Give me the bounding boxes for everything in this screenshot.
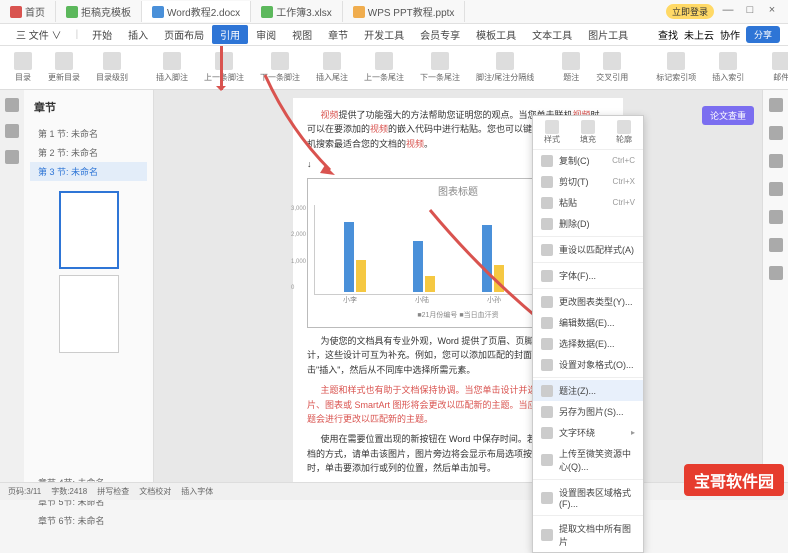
ctx-delete[interactable]: 删除(D)	[533, 213, 643, 234]
menu-member[interactable]: 会员专享	[412, 25, 468, 44]
watermark: 宝哥软件园	[684, 464, 784, 496]
status-page: 页码:3/11	[8, 486, 41, 497]
nav-item-6[interactable]: 章节 6节: 未命名	[30, 511, 147, 530]
left-rail	[0, 90, 24, 500]
minimize-button[interactable]: —	[720, 4, 736, 20]
menu-chapter[interactable]: 章节	[320, 25, 356, 44]
tool-toc-level[interactable]: 目录级别	[90, 50, 134, 85]
ctx-text-wrap[interactable]: 文字环绕▸	[533, 422, 643, 443]
menu-file[interactable]: 三 文件 ∨	[8, 25, 70, 44]
tool-toc[interactable]: 目录	[8, 50, 38, 85]
status-words: 字数:2418	[51, 486, 87, 497]
thumbnail-2[interactable]	[59, 275, 119, 353]
rail-settings-icon[interactable]	[769, 266, 783, 280]
menu-cloud[interactable]: 未上云	[684, 27, 714, 42]
ctx-save-as-image[interactable]: 另存为图片(S)...	[533, 401, 643, 422]
ribbon-toolbar: 目录 更新目录 目录级别 插入脚注 上一条脚注 下一条脚注 插入尾注 上一条尾注…	[0, 46, 788, 90]
tab-ppt[interactable]: WPS PPT教程.pptx	[343, 1, 466, 22]
tool-update-toc[interactable]: 更新目录	[42, 50, 86, 85]
tool-separator[interactable]: 脚注/尾注分隔线	[470, 50, 540, 85]
ctx-upload[interactable]: 上传至微笑资源中心(Q)...	[533, 443, 643, 477]
menu-view[interactable]: 视图	[284, 25, 320, 44]
status-bar: 页码:3/11 字数:2418 拼写检查 文档校对 插入字体 ▭ —◯—	[0, 482, 788, 500]
menu-text-tools[interactable]: 文本工具	[524, 25, 580, 44]
ctx-extract-images[interactable]: 提取文档中所有图片	[533, 518, 643, 552]
menu-dev[interactable]: 开发工具	[356, 25, 412, 44]
menu-layout[interactable]: 页面布局	[156, 25, 212, 44]
ctx-set-chart-area[interactable]: 设置图表区域格式(F)...	[533, 482, 643, 513]
status-insert: 插入字体	[181, 486, 213, 497]
ctx-font[interactable]: 字体(F)...	[533, 265, 643, 286]
rail-search-icon[interactable]	[5, 150, 19, 164]
tool-next-end[interactable]: 下一条尾注	[414, 50, 466, 85]
ctx-set-format[interactable]: 设置对象格式(O)...	[533, 354, 643, 375]
menu-coop[interactable]: 协作	[720, 27, 740, 42]
menu-search[interactable]: 查找	[658, 27, 678, 42]
rail-select-icon[interactable]	[769, 154, 783, 168]
ctx-cut[interactable]: 剪切(T)Ctrl+X	[533, 171, 643, 192]
tool-crossref[interactable]: 交叉引用	[590, 50, 634, 85]
document-area[interactable]: 视频提供了功能强大的方法帮助您证明您的观点。当您单击联机视频时，可以在要添加的视…	[154, 90, 762, 500]
tab-home[interactable]: 首页	[0, 1, 56, 22]
tab-excel[interactable]: 工作簿3.xlsx	[251, 1, 343, 22]
rail-format-icon[interactable]	[769, 98, 783, 112]
menu-template-tools[interactable]: 模板工具	[468, 25, 524, 44]
nav-item-1[interactable]: 第 1 节: 未命名	[30, 124, 147, 143]
tool-endnote[interactable]: 插入尾注	[310, 50, 354, 85]
ctx-copy[interactable]: 复制(C)Ctrl+C	[533, 150, 643, 171]
rail-location-icon[interactable]	[769, 210, 783, 224]
menu-insert[interactable]: 插入	[120, 25, 156, 44]
maximize-button[interactable]: □	[742, 4, 758, 20]
rail-outline-icon[interactable]	[5, 98, 19, 112]
tool-mail[interactable]: 邮件	[766, 50, 788, 85]
menu-references[interactable]: 引用	[212, 25, 248, 44]
tool-prev-foot[interactable]: 上一条脚注	[198, 50, 250, 85]
ctx-fill[interactable]: 填充	[580, 120, 596, 145]
tool-mark-index[interactable]: 标记索引项	[650, 50, 702, 85]
tool-caption[interactable]: 题注	[556, 50, 586, 85]
rail-backup-icon[interactable]	[769, 238, 783, 252]
close-button[interactable]: ×	[764, 4, 780, 20]
ctx-reset-style[interactable]: 重设以匹配样式(A)	[533, 239, 643, 260]
nav-panel: 章节 第 1 节: 未命名 第 2 节: 未命名 第 3 节: 未命名 章节 4…	[24, 90, 154, 500]
rail-limit-icon[interactable]	[769, 182, 783, 196]
nav-item-2[interactable]: 第 2 节: 未命名	[30, 143, 147, 162]
status-proof[interactable]: 文档校对	[139, 486, 171, 497]
menu-image-tools[interactable]: 图片工具	[580, 25, 636, 44]
right-rail	[762, 90, 788, 500]
tool-insert-index[interactable]: 插入索引	[706, 50, 750, 85]
menu-review[interactable]: 审阅	[248, 25, 284, 44]
ctx-style[interactable]: 样式	[544, 120, 560, 145]
ctx-paste[interactable]: 粘贴Ctrl+V	[533, 192, 643, 213]
tab-word-doc[interactable]: Word教程2.docx	[142, 1, 251, 22]
tool-prev-end[interactable]: 上一条尾注	[358, 50, 410, 85]
ctx-change-chart-type[interactable]: 更改图表类型(Y)...	[533, 291, 643, 312]
tool-footnote[interactable]: 插入脚注	[150, 50, 194, 85]
menu-start[interactable]: 开始	[84, 25, 120, 44]
vip-badge[interactable]: 立即登录	[666, 4, 714, 19]
tab-template[interactable]: 拒稿克模板	[56, 1, 142, 22]
rail-bookmark-icon[interactable]	[5, 124, 19, 138]
nav-item-3[interactable]: 第 3 节: 未命名	[30, 162, 147, 181]
status-spell[interactable]: 拼写检查	[97, 486, 129, 497]
ctx-outline[interactable]: 轮廓	[616, 120, 632, 145]
nav-title: 章节	[30, 96, 147, 118]
tool-next-foot[interactable]: 下一条脚注	[254, 50, 306, 85]
plagiarism-check-button[interactable]: 论文查重	[702, 106, 754, 125]
share-button[interactable]: 分享	[746, 26, 780, 43]
ctx-edit-data[interactable]: 编辑数据(E)...	[533, 312, 643, 333]
context-menu: 样式 填充 轮廓 复制(C)Ctrl+C 剪切(T)Ctrl+X 粘贴Ctrl+…	[532, 115, 644, 553]
ctx-select-data[interactable]: 选择数据(E)...	[533, 333, 643, 354]
rail-style-icon[interactable]	[769, 126, 783, 140]
thumbnail-1[interactable]	[59, 191, 119, 269]
ctx-caption[interactable]: 题注(Z)...	[533, 380, 643, 401]
